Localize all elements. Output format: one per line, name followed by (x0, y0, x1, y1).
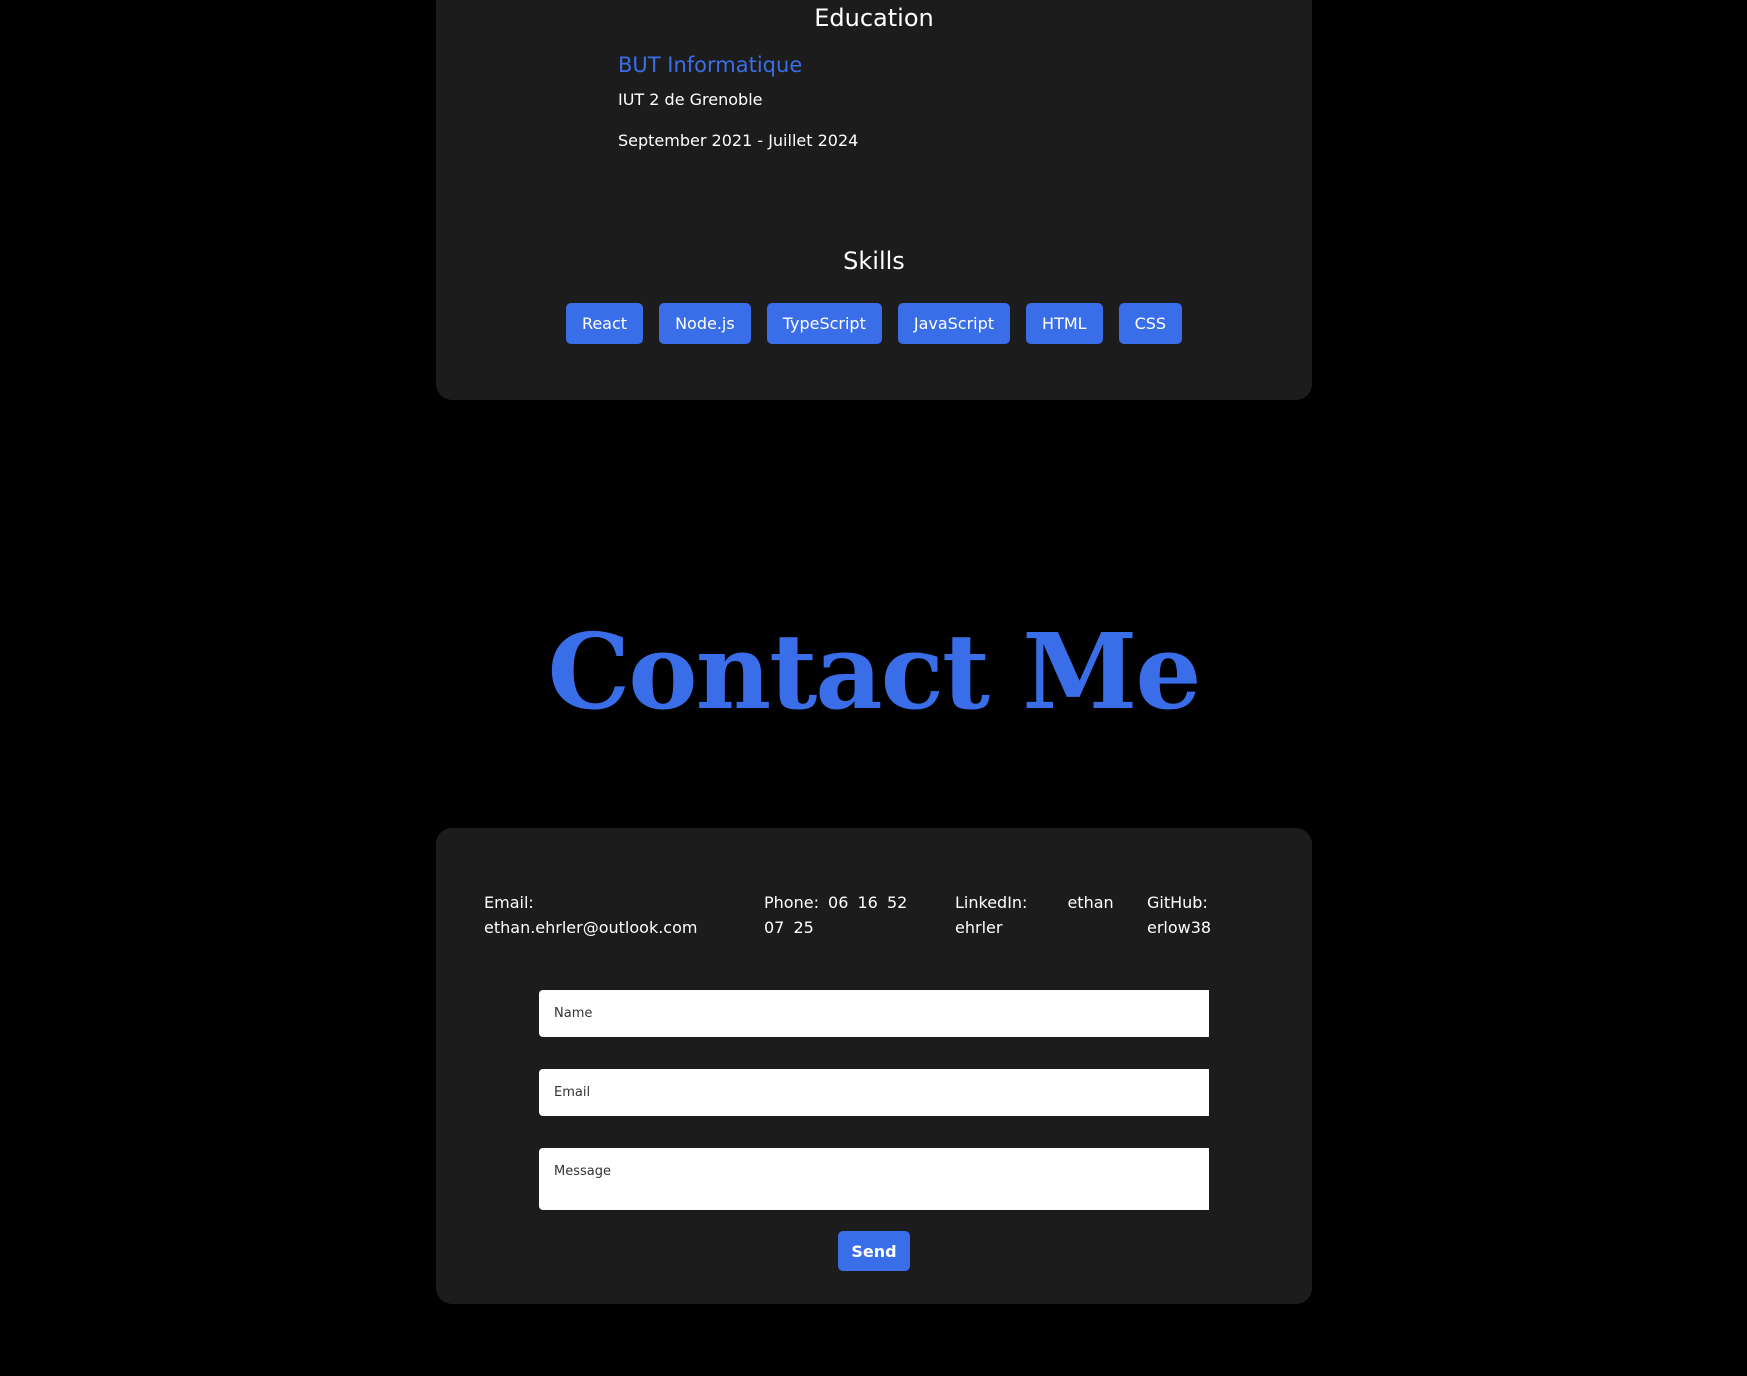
skills-list: React Node.js TypeScript JavaScript HTML… (436, 303, 1312, 344)
skill-chip-javascript: JavaScript (897, 303, 1011, 344)
education-school: IUT 2 de Grenoble (618, 90, 763, 109)
education-dates: September 2021 - Juillet 2024 (618, 131, 859, 150)
contact-phone-label: Phone: (764, 893, 819, 912)
education-entry: BUT Informatique IUT 2 de Grenoble Septe… (618, 50, 858, 150)
contact-email-label: Email: (484, 893, 534, 912)
contact-github-value[interactable]: erlow38 (1147, 918, 1211, 937)
message-textarea[interactable] (539, 1148, 1209, 1210)
contact-github-label: GitHub: (1147, 893, 1208, 912)
contact-linkedin-value-last[interactable]: ehrler (955, 918, 1002, 937)
resume-card: Education BUT Informatique IUT 2 de Gren… (436, 0, 1312, 400)
name-input[interactable] (539, 990, 1209, 1037)
education-title: Education (814, 4, 934, 32)
skill-chip-typescript: TypeScript (766, 303, 882, 344)
send-button[interactable]: Send (838, 1231, 910, 1271)
contact-info-row: Email: ethan.ehrler@outlook.com Phone: 0… (484, 890, 1244, 950)
page: Education BUT Informatique IUT 2 de Gren… (0, 0, 1747, 1376)
contact-linkedin-value-first[interactable]: ethan (1067, 893, 1113, 912)
skill-chip-nodejs: Node.js (659, 303, 751, 344)
contact-email: Email: ethan.ehrler@outlook.com (484, 890, 724, 940)
skill-chip-css: CSS (1118, 303, 1183, 344)
email-input[interactable] (539, 1069, 1209, 1116)
skill-chip-html: HTML (1026, 303, 1103, 344)
contact-heading: Contact Me (547, 610, 1201, 733)
contact-phone: Phone: 06 16 52 07 25 (764, 890, 934, 940)
contact-github: GitHub: erlow38 (1147, 890, 1227, 940)
contact-email-value[interactable]: ethan.ehrler@outlook.com (484, 918, 697, 937)
education-degree: BUT Informatique (618, 53, 803, 77)
contact-card: Email: ethan.ehrler@outlook.com Phone: 0… (436, 828, 1312, 1304)
contact-linkedin: LinkedIn: ethan ehrler (955, 890, 1115, 940)
contact-linkedin-label: LinkedIn: (955, 893, 1028, 912)
skills-title: Skills (843, 247, 905, 275)
skill-chip-react: React (565, 303, 644, 344)
